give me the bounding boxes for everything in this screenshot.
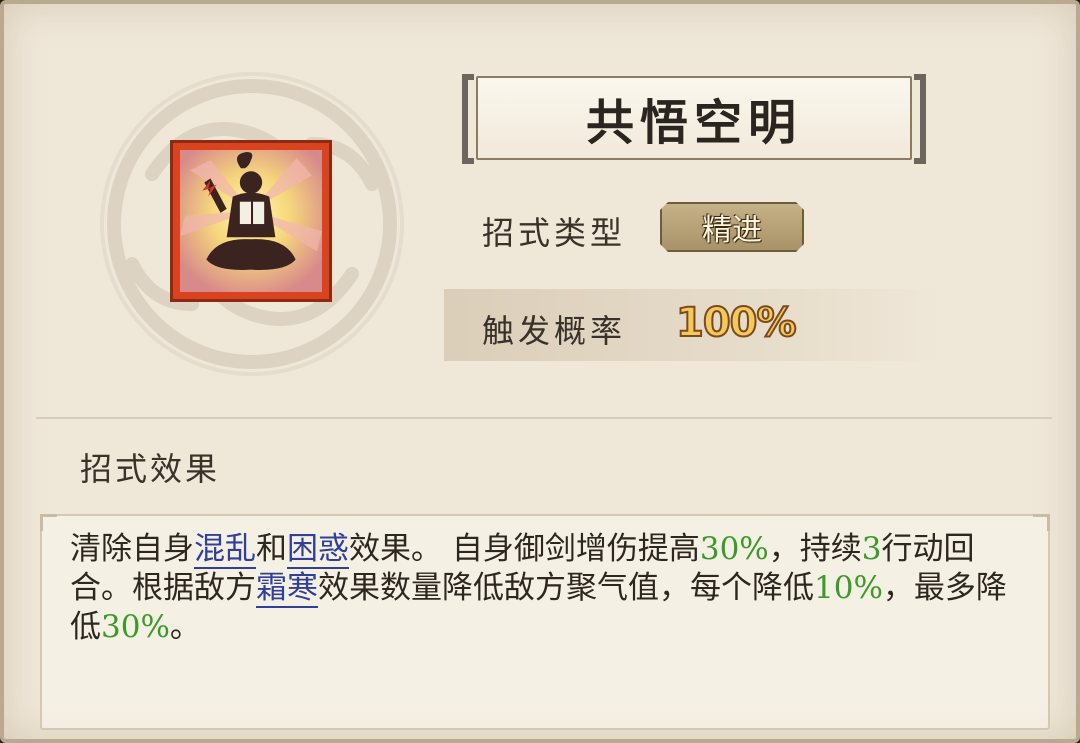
effect-description: 清除自身混乱和困惑效果。 自身御剑增伤提高30%，持续3行动回合。根据敌方霜寒效… <box>70 530 1030 647</box>
skill-detail-panel: 共悟空明 招式类型 精进 触发概率 100% 招式效果 清除自身混乱和困惑效果。… <box>0 0 1080 743</box>
effect-text: 效果。 自身御剑增伤提高 <box>349 531 700 567</box>
effect-value: 30% <box>699 531 769 567</box>
effect-value: 10% <box>814 570 883 606</box>
banner-bracket-right <box>914 74 926 164</box>
skill-type-badge: 精进 <box>660 202 804 252</box>
status-keyword-link[interactable]: 混乱 <box>194 531 256 569</box>
trigger-probability-value: 100% <box>675 299 798 347</box>
effect-text: 。 <box>169 609 201 645</box>
trigger-probability-label: 触发概率 <box>482 312 627 350</box>
effect-text: 清除自身 <box>70 531 194 567</box>
effect-value: 30% <box>101 609 170 645</box>
section-divider <box>36 417 1052 419</box>
status-keyword-link[interactable]: 霜寒 <box>256 570 318 608</box>
skill-name-banner: 共悟空明 <box>462 74 926 164</box>
effect-text: 效果数量降低敌方聚气值，每个降低 <box>318 570 814 606</box>
skill-name-frame: 共悟空明 <box>476 76 912 160</box>
skill-icon[interactable] <box>170 140 332 302</box>
effect-value: 3 <box>861 531 882 567</box>
banner-bracket-left <box>462 74 474 164</box>
skill-type-label: 招式类型 <box>482 214 627 252</box>
effect-description-box: 清除自身混乱和困惑效果。 自身御剑增伤提高30%，持续3行动回合。根据敌方霜寒效… <box>40 514 1050 730</box>
effect-text: ，持续 <box>768 531 862 567</box>
effect-text: 和 <box>256 531 287 567</box>
skill-name: 共悟空明 <box>585 95 802 151</box>
status-keyword-link[interactable]: 困惑 <box>287 531 349 569</box>
meditating-reader-icon <box>180 150 322 292</box>
effect-section-title: 招式效果 <box>80 450 221 488</box>
